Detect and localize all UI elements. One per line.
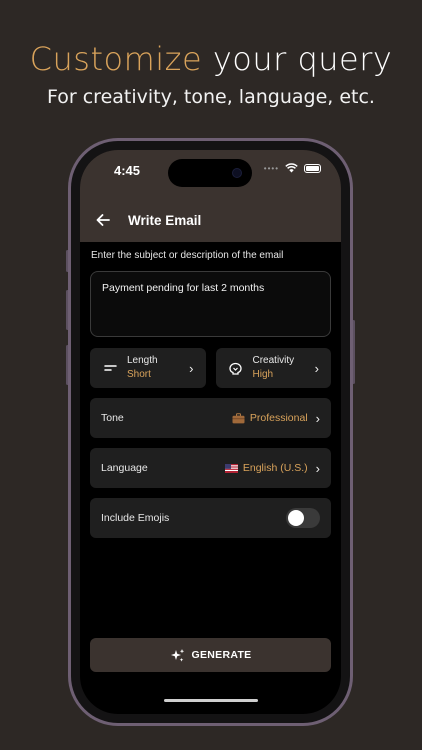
email-form: Enter the subject or description of the … (90, 250, 331, 538)
options-row: Length Short › Creativity High › (90, 348, 331, 388)
briefcase-icon (232, 412, 245, 423)
phone-screen: 4:45 •••• Write Email Enter the subject … (80, 150, 341, 714)
chevron-right-icon: › (315, 410, 320, 426)
app-header: Write Email (80, 198, 341, 242)
chevron-right-icon: › (315, 460, 320, 476)
language-selector[interactable]: Language English (U.S.) › (90, 448, 331, 488)
chevron-right-icon: › (189, 360, 194, 376)
sparkle-icon (170, 648, 184, 662)
subject-input-value: Payment pending for last 2 months (102, 282, 265, 294)
header-title: Write Email (128, 212, 202, 228)
tone-selector[interactable]: Tone Professional › (90, 398, 331, 438)
creativity-selector[interactable]: Creativity High › (215, 348, 331, 388)
emoji-label: Include Emojis (101, 512, 170, 524)
length-icon (102, 364, 118, 372)
language-value: English (U.S.) (242, 462, 308, 474)
creativity-icon (228, 362, 244, 375)
language-value-wrap: English (U.S.) (224, 462, 308, 474)
home-indicator (163, 699, 258, 702)
promo-title: Customize your query (0, 40, 422, 78)
toggle-knob (288, 510, 304, 526)
subject-input[interactable]: Payment pending for last 2 months (90, 271, 331, 337)
prompt-label: Enter the subject or description of the … (91, 250, 284, 261)
status-icons: •••• (264, 163, 321, 173)
promo-subtitle: For creativity, tone, language, etc. (47, 86, 375, 108)
chevron-right-icon: › (314, 360, 319, 376)
camera-icon (232, 168, 242, 178)
status-time: 4:45 (114, 163, 141, 178)
signal-dots-icon: •••• (263, 163, 279, 173)
language-label: Language (101, 462, 148, 474)
status-bar: 4:45 •••• (80, 150, 341, 198)
length-text: Length Short (127, 354, 189, 382)
creativity-text: Creativity High (253, 354, 315, 382)
length-label: Length (127, 355, 158, 366)
tone-label: Tone (101, 412, 124, 424)
creativity-label: Creativity (252, 355, 295, 366)
emoji-row: Include Emojis (90, 498, 331, 538)
phone-frame: 4:45 •••• Write Email Enter the subject … (68, 138, 353, 726)
length-value: Short (127, 369, 151, 380)
length-selector[interactable]: Length Short › (90, 348, 206, 388)
generate-button[interactable]: GENERATE (90, 638, 331, 672)
tone-value: Professional (249, 412, 308, 424)
dynamic-island (168, 159, 252, 187)
us-flag-icon (224, 463, 238, 473)
promo-title-rest: your query (212, 40, 393, 78)
promo-title-accent: Customize (29, 40, 203, 78)
battery-icon (304, 163, 321, 173)
creativity-value: High (252, 369, 274, 380)
phone-bezel: 4:45 •••• Write Email Enter the subject … (71, 141, 350, 723)
back-arrow-icon[interactable] (96, 211, 114, 229)
emoji-toggle[interactable] (286, 508, 320, 528)
wifi-icon (285, 163, 298, 173)
tone-value-wrap: Professional (232, 412, 308, 424)
generate-button-label: GENERATE (191, 649, 252, 661)
